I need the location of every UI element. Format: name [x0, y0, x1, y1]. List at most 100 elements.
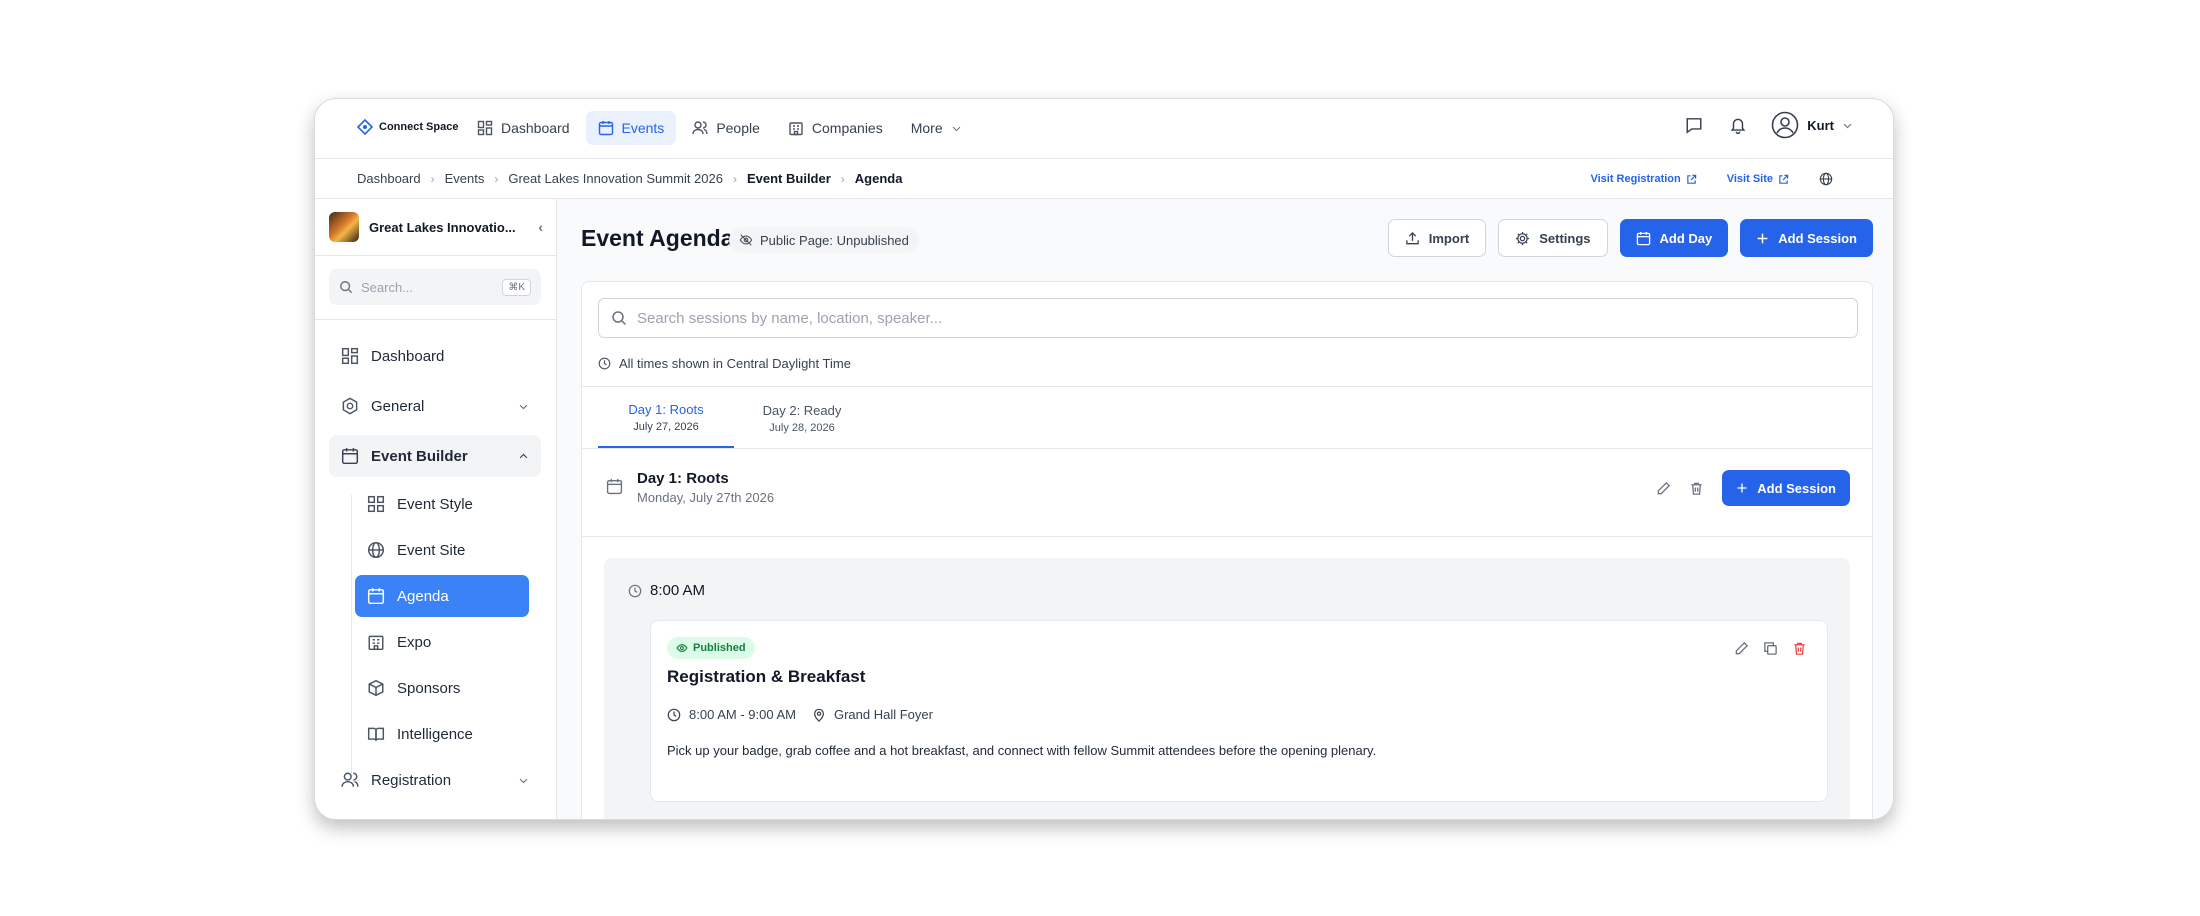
- nav-people[interactable]: People: [680, 111, 772, 145]
- logo-text: Connect Space: [379, 121, 459, 133]
- breadcrumb-bar: Dashboard › Events › Great Lakes Innovat…: [315, 159, 1893, 199]
- nav-label: People: [716, 120, 760, 136]
- external-link-icon: [1779, 174, 1789, 184]
- copy-icon[interactable]: [1763, 641, 1778, 656]
- settings-icon: [342, 397, 358, 415]
- day-title: Day 1: Roots: [637, 470, 729, 487]
- time-slot-group: 8:00 AM Published Registration & Breakfa…: [604, 558, 1850, 819]
- book-open-icon: [367, 727, 385, 741]
- breadcrumb-item-event[interactable]: Great Lakes Innovation Summit 2026: [508, 171, 723, 186]
- visit-site-link[interactable]: Visit Site: [1727, 173, 1789, 185]
- settings-button[interactable]: Settings: [1498, 219, 1608, 257]
- add-session-label: Add Session: [1778, 230, 1857, 246]
- sidebar-item-event-builder[interactable]: Event Builder: [329, 435, 541, 477]
- edit-icon[interactable]: [1734, 641, 1749, 656]
- tab-label: Day 2: Ready: [762, 402, 842, 418]
- day-add-session-button[interactable]: Add Session: [1722, 470, 1850, 506]
- calendar-icon: [598, 121, 613, 136]
- public-page-status-badge[interactable]: Public Page: Unpublished: [729, 227, 919, 253]
- session-time: 8:00 AM - 9:00 AM: [689, 707, 796, 722]
- nav-companies[interactable]: Companies: [776, 111, 895, 145]
- chevron-down-icon: [519, 778, 528, 783]
- breadcrumb-item-events[interactable]: Events: [445, 171, 485, 186]
- tab-day-2[interactable]: Day 2: Ready July 28, 2026: [734, 388, 870, 448]
- tab-day-1[interactable]: Day 1: Roots July 27, 2026: [598, 388, 734, 448]
- import-label: Import: [1428, 230, 1470, 246]
- sidebar-item-label: Agenda: [397, 587, 449, 605]
- chevron-up-icon: [519, 453, 528, 458]
- session-meta: 8:00 AM - 9:00 AM Grand Hall Foyer: [667, 707, 933, 722]
- sidebar-search-placeholder: Search...: [361, 279, 414, 295]
- sidebar-item-agenda[interactable]: Agenda: [355, 575, 529, 617]
- divider: [315, 319, 556, 320]
- shortcut-badge: ⌘K: [502, 278, 531, 296]
- grid-icon: [367, 495, 385, 513]
- box-icon: [368, 679, 384, 697]
- event-selector[interactable]: Great Lakes Innovatio... ‹: [329, 211, 543, 243]
- sidebar-item-expo[interactable]: Expo: [355, 621, 529, 663]
- breadcrumb-item-agenda: Agenda: [854, 171, 903, 186]
- sidebar-item-label: Sponsors: [397, 679, 461, 697]
- sidebar-item-event-site[interactable]: Event Site: [355, 529, 529, 571]
- trash-icon[interactable]: [1792, 641, 1807, 656]
- session-search-input[interactable]: Search sessions by name, location, speak…: [598, 298, 1858, 338]
- logo-icon: [357, 119, 373, 135]
- nav-label: More: [910, 120, 943, 136]
- sidebar-item-event-style[interactable]: Event Style: [355, 483, 529, 525]
- breadcrumb-item-dashboard[interactable]: Dashboard: [357, 171, 421, 186]
- chevron-left-icon[interactable]: ‹: [538, 219, 543, 235]
- add-session-button[interactable]: Add Session: [1740, 219, 1873, 257]
- language-button[interactable]: [1819, 172, 1833, 186]
- eye-off-icon: [739, 234, 753, 246]
- building-icon: [368, 635, 384, 651]
- sidebar-item-sponsors[interactable]: Sponsors: [355, 667, 529, 709]
- sidebar-item-dashboard[interactable]: Dashboard: [329, 335, 541, 377]
- edit-icon[interactable]: [1656, 481, 1671, 496]
- page-title: Event Agenda: [581, 225, 734, 251]
- chevron-down-icon: [519, 404, 528, 409]
- nav-more[interactable]: More: [899, 111, 974, 145]
- add-day-button[interactable]: Add Day: [1619, 219, 1729, 257]
- day-header: Day 1: Roots Monday, July 27th 2026: [606, 470, 774, 505]
- sidebar-item-label: General: [371, 397, 425, 415]
- agenda-panel: Search sessions by name, location, speak…: [581, 281, 1873, 819]
- users-icon: [692, 121, 709, 135]
- chevron-right-icon: ›: [430, 171, 435, 186]
- sidebar-item-label: Expo: [397, 633, 432, 651]
- divider: [582, 386, 1872, 387]
- users-icon: [341, 772, 359, 787]
- bell-icon: [1730, 118, 1746, 134]
- sidebar-item-registration[interactable]: Registration: [329, 759, 541, 801]
- eye-icon: [676, 644, 688, 652]
- user-menu[interactable]: Kurt: [1771, 111, 1853, 139]
- public-page-status-label: Public Page: Unpublished: [760, 232, 909, 248]
- app-logo[interactable]: Connect Space: [357, 119, 458, 135]
- trash-icon[interactable]: [1689, 481, 1704, 496]
- visit-registration-label: Visit Registration: [1590, 173, 1681, 185]
- sidebar-item-label: Event Builder: [371, 447, 468, 465]
- nav-events[interactable]: Events: [585, 111, 677, 145]
- visit-registration-link[interactable]: Visit Registration: [1590, 173, 1696, 185]
- sidebar-search[interactable]: Search... ⌘K: [329, 269, 541, 305]
- message-icon: [1686, 118, 1702, 134]
- plus-icon: [1757, 233, 1768, 243]
- add-day-label: Add Day: [1659, 230, 1713, 246]
- nav-label: Dashboard: [501, 120, 570, 136]
- building-icon: [789, 122, 803, 136]
- search-icon: [612, 311, 627, 326]
- status-label: Published: [693, 642, 746, 654]
- session-card[interactable]: Published Registration & Breakfast 8:00 …: [650, 620, 1828, 802]
- sidebar-item-intelligence[interactable]: Intelligence: [355, 713, 529, 755]
- messages-button[interactable]: [1683, 114, 1705, 136]
- sidebar-item-general[interactable]: General: [329, 385, 541, 427]
- map-pin-icon: [813, 708, 824, 722]
- tab-date: July 28, 2026: [769, 421, 835, 434]
- tab-date: July 27, 2026: [633, 420, 699, 433]
- sidebar-item-label: Intelligence: [397, 725, 473, 743]
- breadcrumb-item-event-builder[interactable]: Event Builder: [747, 171, 831, 186]
- import-button[interactable]: Import: [1387, 219, 1487, 257]
- clock-icon: [667, 708, 681, 721]
- notifications-button[interactable]: [1727, 114, 1749, 136]
- nav-dashboard[interactable]: Dashboard: [465, 111, 582, 145]
- session-location: Grand Hall Foyer: [833, 707, 933, 722]
